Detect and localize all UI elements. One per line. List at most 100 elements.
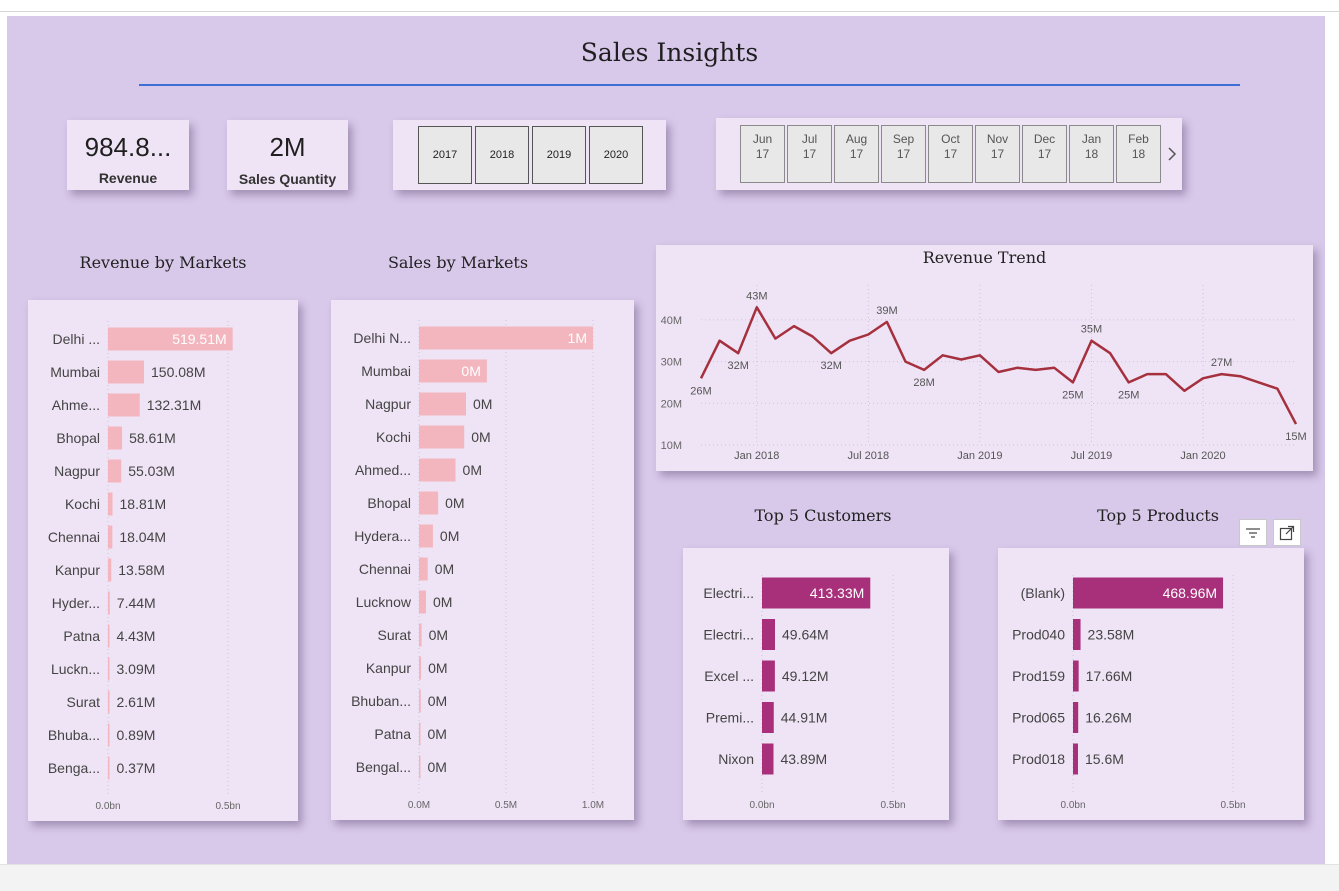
data-label: 23.58M [1088,627,1135,643]
month-year-label: 17 [990,147,1005,161]
month-button-nov-17[interactable]: Nov 17 [975,125,1020,183]
revenue-trend-svg: 10M 20M 30M 40M Jan 2018 Jul 2018 Jan 2019 Jul … [661,285,1307,462]
bar[interactable] [419,557,428,581]
data-label: 0M [433,594,452,610]
bar[interactable] [419,755,421,779]
bar[interactable] [1073,660,1079,692]
bar[interactable] [419,623,422,647]
revenue-kpi-card[interactable]: 984.8... Revenue [67,120,189,190]
data-label: 413.33M [810,585,864,601]
month-button-jan-18[interactable]: Jan 18 [1069,125,1114,183]
bar[interactable] [108,525,113,549]
revenue-kpi-value: 984.8... [84,132,172,162]
data-label: 49.12M [782,668,829,684]
category-label: Kanpur [366,660,411,676]
top-customers-svg: 0.0bn 0.5bn Electri... 413.33M Electri... 49.… [703,575,906,811]
quantity-kpi-card[interactable]: 2M Sales Quantity [227,120,348,190]
month-label: Feb [1128,132,1149,146]
category-label: Nagpur [365,396,411,412]
data-label: 0M [428,693,447,709]
category-label: Prod018 [1012,751,1065,767]
month-slicer: Jun 17 Jul 17 Aug 17 Sep 17 Oct 17 Nov 17 Dec 17 Jan 18… [716,118,1182,190]
bar[interactable] [419,491,439,515]
bar[interactable] [108,360,145,384]
data-label: 0M [445,495,464,511]
month-button-oct-17[interactable]: Oct 17 [928,125,973,183]
x-tick-label: Jul 2018 [848,450,890,462]
bar[interactable] [108,723,110,747]
bar[interactable] [108,558,112,582]
category-label: Delhi N... [353,330,411,346]
data-label: 519.51M [172,331,226,347]
revenue-trend-chart[interactable]: Revenue Trend 10M 20M 30M 40M Jan 2018 Jul 20… [656,245,1313,471]
chevron-right-icon[interactable] [1166,146,1178,162]
category-label: Hydera... [354,528,411,544]
bar[interactable] [419,590,426,614]
month-button-aug-17[interactable]: Aug 17 [834,125,879,183]
bar[interactable] [762,743,774,775]
month-button-dec-17[interactable]: Dec 17 [1022,125,1067,183]
bar[interactable] [108,690,110,714]
focus-mode-icon[interactable] [1273,519,1301,546]
x-tick-label: 0.5bn [880,800,905,811]
month-button-jun-17[interactable]: Jun 17 [740,125,785,183]
top-products-title: Top 5 Products [1097,506,1219,525]
top-customers-chart[interactable]: 0.0bn 0.5bn Electri... 413.33M Electri... 49.… [683,548,949,820]
bar[interactable] [762,702,774,733]
month-label: Dec [1033,132,1056,146]
data-label: 0M [473,396,492,412]
data-label: 3.09M [117,661,156,677]
bar[interactable] [419,392,466,416]
bar[interactable] [1073,743,1078,775]
category-label: Surat [378,627,412,643]
x-tick-label: 0.5bn [1220,800,1245,811]
bar[interactable] [108,624,110,648]
data-label: 1M [568,330,587,346]
bar[interactable] [108,591,110,615]
year-button-2018[interactable]: 2018 [475,126,529,184]
data-label: 58.61M [129,430,176,446]
category-label: Lucknow [356,594,412,610]
category-label: Patna [374,726,411,742]
month-year-label: 18 [1131,147,1146,161]
bar[interactable] [419,524,433,548]
category-label: Mumbai [361,363,411,379]
bar[interactable] [108,459,122,483]
bar[interactable] [108,426,123,450]
data-label: 0.37M [117,760,156,776]
category-label: Bhuban... [351,693,411,709]
filter-icon[interactable] [1239,519,1267,546]
top-products-chart[interactable]: 0.0bn 0.5bn (Blank) 468.96M Prod040 23.58M Pro… [998,548,1304,820]
top-bar [0,0,1339,12]
month-button-feb-18[interactable]: Feb 18 [1116,125,1161,183]
bar[interactable] [1073,619,1081,650]
quantity-kpi-label: Sales Quantity [238,171,337,187]
bar[interactable] [108,492,113,516]
bar[interactable] [762,660,775,692]
year-button-2019[interactable]: 2019 [532,126,586,184]
bar[interactable] [108,657,110,681]
bar[interactable] [108,393,140,417]
sales-by-markets-chart[interactable]: 0.0M 0.5M 1.0M Delhi N... 1M Mumbai 0M Nagpur 0M… [331,300,634,820]
bar[interactable] [419,722,421,746]
x-tick-label: 1.0M [582,800,604,811]
bar[interactable] [419,425,465,449]
month-button-jul-17[interactable]: Jul 17 [787,125,832,183]
revenue-by-markets-chart[interactable]: 0.0bn 0.5bn Delhi ... 519.51M Mumbai 150.08M A… [28,300,298,821]
y-tick-label: 30M [661,357,682,369]
revenue-trend-line[interactable] [699,306,1298,425]
data-label: 0M [463,462,482,478]
category-label: Bhuba... [48,727,100,743]
bar[interactable] [419,656,422,680]
month-button-sep-17[interactable]: Sep 17 [881,125,926,183]
year-button-2017[interactable]: 2017 [418,126,472,184]
bar[interactable] [762,619,776,650]
year-button-2020[interactable]: 2020 [589,126,643,184]
month-year-label: 17 [896,147,911,161]
revenue-kpi-label: Revenue [98,170,158,186]
bar[interactable] [108,756,110,780]
bar[interactable] [1073,702,1079,733]
bar[interactable] [419,689,421,713]
data-label: 17.66M [1086,668,1133,684]
bar[interactable] [419,458,456,482]
